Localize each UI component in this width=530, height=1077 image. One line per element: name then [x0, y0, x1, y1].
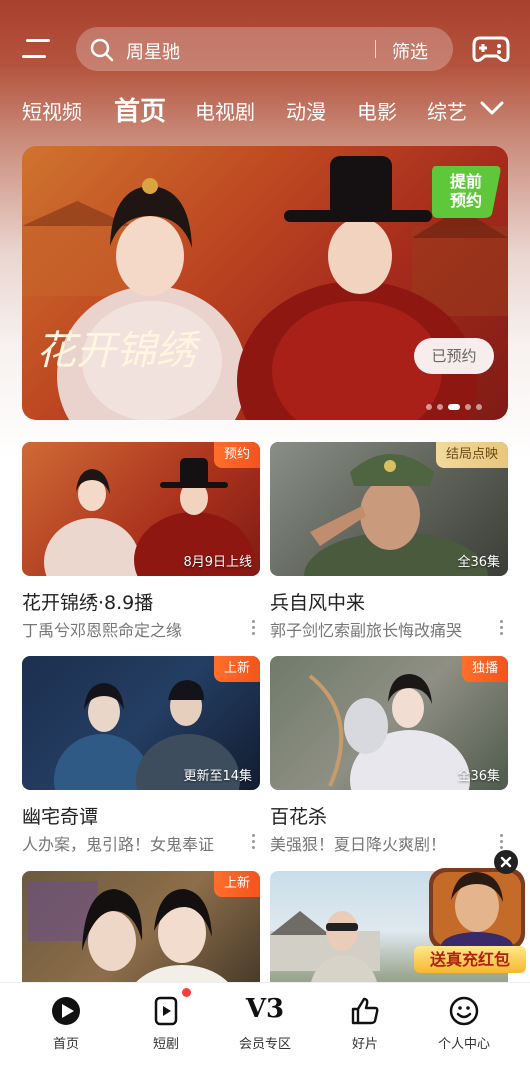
card-thumbnail: 上新 更新至14集: [22, 656, 260, 790]
card-thumbnail: 结局点映 全36集: [270, 442, 508, 576]
short-drama-icon: [154, 996, 178, 1026]
tab-anime[interactable]: 动漫: [286, 96, 326, 125]
search-input[interactable]: 周星驰: [126, 38, 180, 64]
profile-smile-icon: [449, 996, 479, 1026]
filter-button[interactable]: 筛选: [392, 38, 428, 64]
ad-label[interactable]: 送真充红包: [414, 946, 526, 973]
hero-banner[interactable]: 花开锦绣 提前 预约 已预约: [22, 146, 508, 420]
nav-label: 个人中心: [437, 1037, 490, 1052]
card-subtitle: 人办案，鬼引路！女鬼奉证: [22, 835, 215, 854]
nav-label: 好片: [351, 1037, 378, 1052]
notification-dot: [182, 988, 191, 997]
bottom-nav: 首页 短剧 V3 会员专区 好片 个人中心: [0, 982, 530, 1077]
menu-icon[interactable]: [22, 36, 52, 62]
preorder-badge: 提前 预约: [449, 172, 482, 210]
nav-vip[interactable]: V3 会员专区: [215, 983, 315, 1063]
nav-label: 短剧: [152, 1037, 179, 1052]
nav-home[interactable]: 首页: [16, 983, 116, 1063]
card-tag: 预约: [213, 442, 260, 468]
content-card[interactable]: 独播 全36集 百花杀 美强狠！夏日降火爽剧！: [270, 656, 508, 856]
card-thumbnail: 独播 全36集: [270, 656, 508, 790]
card-tag: 上新: [213, 656, 260, 682]
card-title: 花开锦绣·8.9播: [22, 592, 154, 614]
gamepad-icon[interactable]: [472, 30, 510, 66]
nav-label: 会员专区: [238, 1037, 291, 1052]
carousel-indicator: [426, 396, 487, 410]
card-subtitle: 丁禹兮邓恩熙命定之缘: [22, 621, 183, 640]
tab-movies[interactable]: 电影: [357, 96, 397, 125]
card-caption: 全36集: [457, 769, 500, 784]
search-bar[interactable]: 周星驰 筛选: [76, 27, 453, 71]
more-options-icon[interactable]: [252, 620, 256, 638]
tab-variety[interactable]: 综艺: [427, 96, 467, 125]
card-title: 百花杀: [270, 806, 328, 828]
content-card[interactable]: 结局点映 全36集 兵自风中来 郭子剑忆索副旅长悔改痛哭: [270, 442, 508, 642]
nav-good-films[interactable]: 好片: [315, 983, 415, 1063]
card-thumbnail: 上新: [22, 871, 260, 982]
card-tag: 上新: [213, 871, 260, 897]
card-caption: 8月9日上线: [183, 555, 252, 570]
nav-label: 首页: [52, 1037, 79, 1052]
content-card[interactable]: 上新: [22, 871, 260, 982]
banner-title: 花开锦绣: [36, 328, 201, 374]
search-icon: [90, 38, 114, 62]
card-caption: 更新至14集: [183, 769, 252, 784]
close-icon[interactable]: [494, 850, 518, 874]
card-tag: 独播: [461, 656, 508, 682]
content-card[interactable]: 上新 更新至14集 幽宅奇谭 人办案，鬼引路！女鬼奉证: [22, 656, 260, 856]
card-title: 兵自风中来: [270, 592, 366, 614]
card-title: 幽宅奇谭: [22, 806, 99, 828]
booked-button[interactable]: 已预约: [414, 338, 494, 374]
channel-tabs: 短视频 首页 电视剧 动漫 电影 综艺: [22, 92, 472, 128]
card-subtitle: 郭子剑忆索副旅长悔改痛哭: [270, 621, 463, 640]
card-caption: 全36集: [457, 555, 500, 570]
card-thumbnail: 预约 8月9日上线: [22, 442, 260, 576]
more-options-icon[interactable]: [252, 834, 256, 852]
tab-home[interactable]: 首页: [114, 92, 166, 128]
home-play-icon: [52, 997, 80, 1025]
thumbs-up-icon: [351, 997, 379, 1025]
tab-tv-series[interactable]: 电视剧: [195, 96, 255, 125]
card-tag: 结局点映: [435, 442, 508, 468]
nav-short-drama[interactable]: 短剧: [116, 983, 216, 1063]
vip-icon: V3: [245, 994, 285, 1024]
chevron-down-icon[interactable]: [480, 100, 504, 118]
card-subtitle: 美强狠！夏日降火爽剧！: [270, 835, 447, 854]
tab-short-video[interactable]: 短视频: [22, 96, 82, 125]
content-card[interactable]: 预约 8月9日上线 花开锦绣·8.9播 丁禹兮邓恩熙命定之缘: [22, 442, 260, 642]
search-divider: [375, 40, 376, 58]
more-options-icon[interactable]: [500, 620, 504, 638]
nav-profile[interactable]: 个人中心: [414, 983, 514, 1063]
